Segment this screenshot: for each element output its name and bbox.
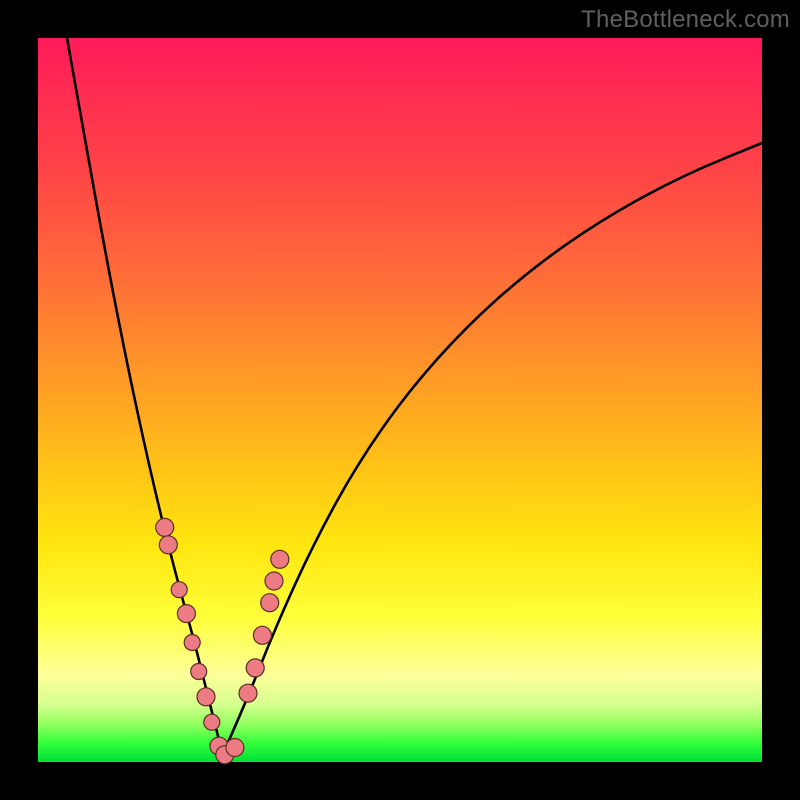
chart-frame: TheBottleneck.com bbox=[0, 0, 800, 800]
plot-gradient-area bbox=[38, 38, 762, 762]
watermark-label: TheBottleneck.com bbox=[581, 6, 790, 34]
